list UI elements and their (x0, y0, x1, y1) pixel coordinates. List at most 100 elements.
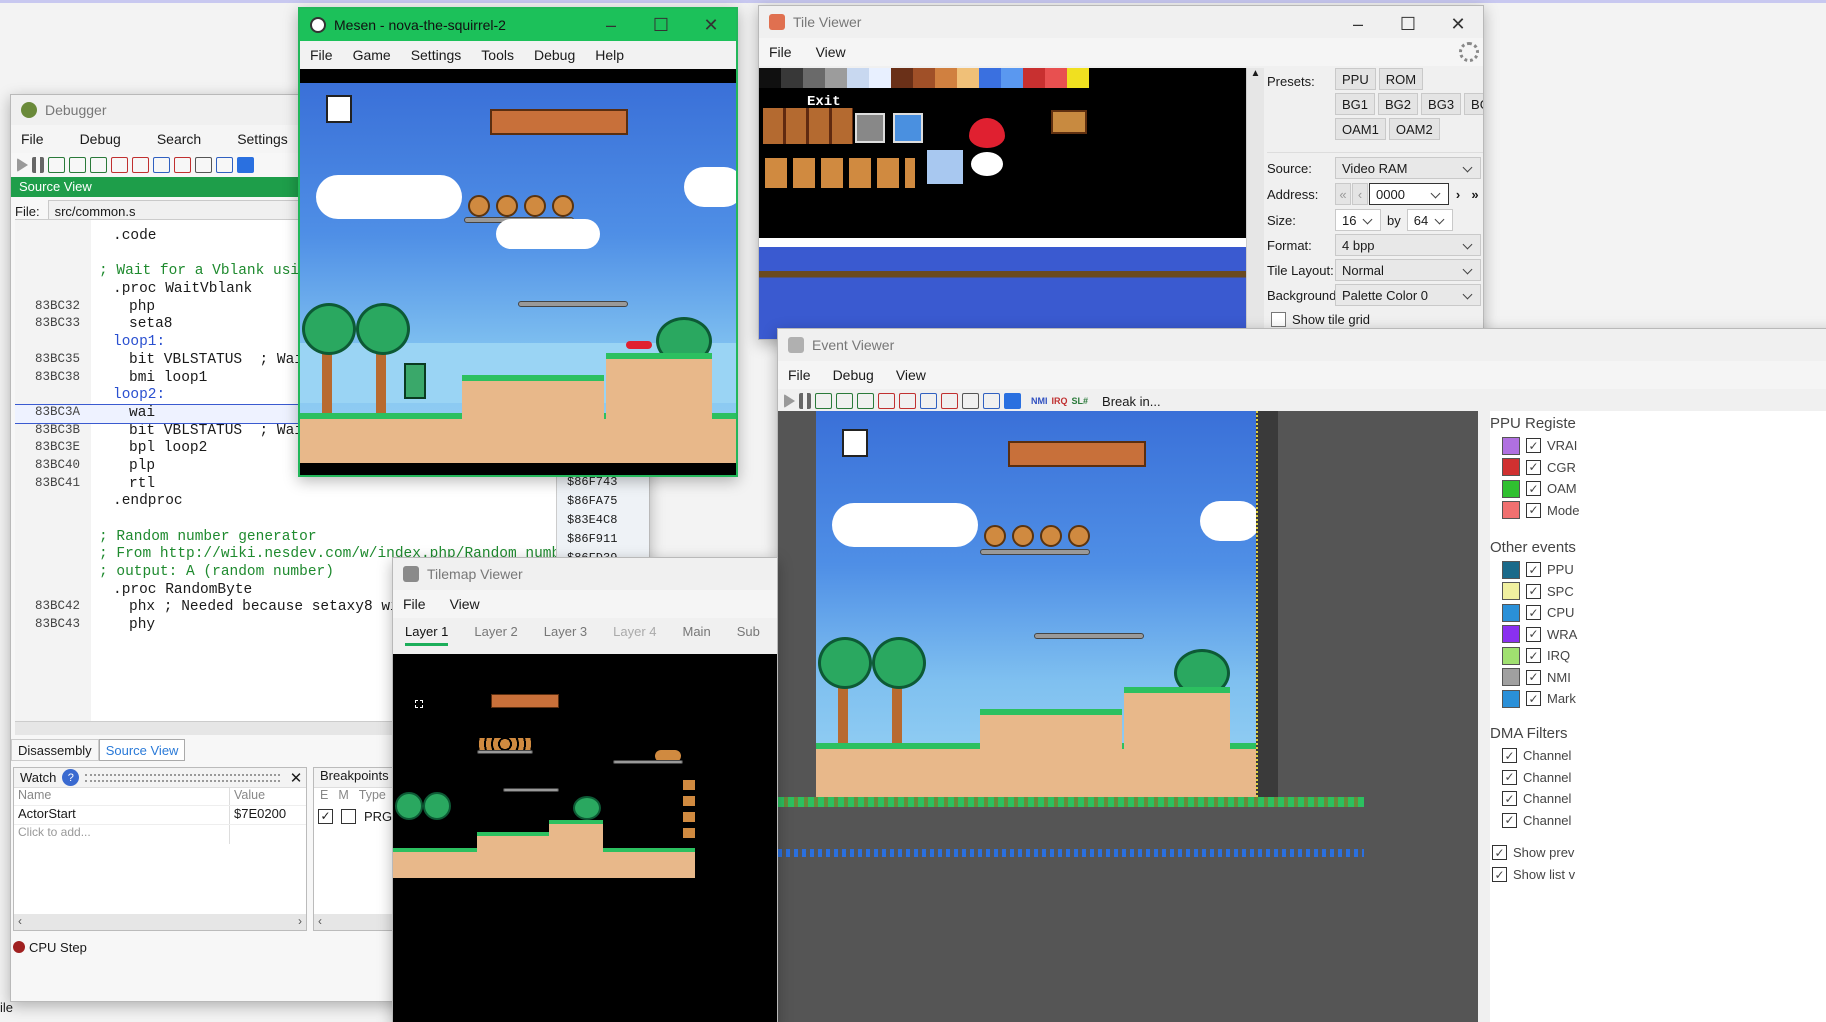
watch-add-row[interactable]: Click to add... (14, 825, 306, 844)
palette-color-swatch[interactable] (1067, 68, 1089, 88)
show-tile-grid-checkbox[interactable] (1271, 312, 1286, 327)
tab-layer-2[interactable]: Layer 2 (474, 624, 517, 644)
menu-game[interactable]: Game (343, 47, 401, 63)
event-color-swatch[interactable] (1502, 501, 1520, 520)
menu-help[interactable]: Help (585, 47, 634, 63)
view-icon-1[interactable] (195, 157, 212, 173)
palette-color-swatch[interactable] (825, 68, 847, 88)
menu-file[interactable]: File (21, 131, 44, 147)
background-dropdown[interactable]: Palette Color 0 (1335, 284, 1481, 306)
tab-layer-3[interactable]: Layer 3 (544, 624, 587, 644)
call-stack-entry[interactable]: $86F743 (567, 475, 649, 494)
bp-enabled-checkbox[interactable]: ✓ (318, 808, 333, 824)
code-line[interactable]: .endproc (15, 493, 560, 511)
view-icon-2[interactable] (983, 393, 1000, 409)
palette-color-swatch[interactable] (759, 68, 781, 88)
nmi-break-button[interactable]: NMI (1031, 396, 1048, 406)
event-viewer-titlebar[interactable]: Event Viewer (778, 329, 1826, 361)
maximize-icon[interactable]: ☐ (636, 9, 686, 41)
view-icon-1[interactable] (962, 393, 979, 409)
step-back-icon[interactable] (878, 393, 895, 409)
code-line[interactable]: ; Random number generator (15, 529, 560, 547)
tile-canvas[interactable]: Exit (759, 68, 1246, 339)
step-into-icon[interactable] (815, 393, 832, 409)
watch-row[interactable]: ActorStart $7E0200 (14, 806, 306, 825)
event-filter-checkbox[interactable]: ✓ (1526, 605, 1541, 621)
first-page-icon[interactable]: « (1335, 183, 1351, 205)
palette-color-swatch[interactable] (979, 68, 1001, 88)
run-scanline-icon[interactable] (899, 393, 916, 409)
step-into-icon[interactable] (48, 157, 65, 173)
preset-ppu-button[interactable]: PPU (1335, 68, 1376, 90)
next-page-icon[interactable]: › (1450, 187, 1466, 202)
layout-dropdown[interactable]: Normal (1335, 259, 1481, 281)
maximize-icon[interactable]: ☐ (1383, 6, 1433, 42)
event-filter-checkbox[interactable]: ✓ (1526, 691, 1541, 707)
dma-channel-checkbox[interactable]: ✓ (1502, 791, 1517, 807)
run-frame-icon[interactable] (153, 157, 170, 173)
code-line[interactable]: 83BC41 rtl (15, 476, 560, 494)
tab-source-view[interactable]: Source View (98, 739, 186, 761)
event-color-swatch[interactable] (1502, 625, 1520, 644)
menu-settings[interactable]: Settings (237, 131, 288, 147)
preset-bg4-button[interactable]: BG4 (1464, 93, 1483, 115)
menu-view[interactable]: View (896, 367, 926, 383)
event-filter-checkbox[interactable]: ✓ (1526, 438, 1541, 454)
event-color-swatch[interactable] (1502, 436, 1520, 455)
breakpoint-icon[interactable] (174, 157, 191, 173)
tab-layer-1[interactable]: Layer 1 (405, 624, 449, 646)
game-screen[interactable] (300, 83, 736, 463)
menu-view[interactable]: View (816, 44, 846, 60)
irq-break-button[interactable]: IRQ (1052, 396, 1068, 406)
event-color-swatch[interactable] (1502, 458, 1520, 477)
palette-color-swatch[interactable] (803, 68, 825, 88)
event-filter-checkbox[interactable]: ✓ (1526, 481, 1541, 497)
menu-debug[interactable]: Debug (833, 367, 874, 383)
step-back-icon[interactable] (111, 157, 128, 173)
menu-file[interactable]: File (403, 596, 426, 612)
event-color-swatch[interactable] (1502, 668, 1520, 687)
view-icon-2[interactable] (216, 157, 233, 173)
menu-view[interactable]: View (450, 596, 480, 612)
event-filter-checkbox[interactable]: ✓ (1526, 583, 1541, 599)
run-scanline-icon[interactable] (132, 157, 149, 173)
palette-color-swatch[interactable] (935, 68, 957, 88)
menu-file[interactable]: File (788, 367, 811, 383)
event-color-swatch[interactable] (1502, 603, 1520, 622)
palette-color-swatch[interactable] (869, 68, 891, 88)
tab-main[interactable]: Main (683, 624, 711, 644)
tab-layer-4[interactable]: Layer 4 (613, 624, 656, 644)
preset-bg1-button[interactable]: BG1 (1335, 93, 1376, 115)
break-in-button[interactable]: Break in... (1102, 394, 1161, 409)
prev-page-icon[interactable]: ‹ (1352, 183, 1368, 205)
step-over-icon[interactable] (836, 393, 853, 409)
palette-color-swatch[interactable] (913, 68, 935, 88)
view-icon-3[interactable] (1004, 393, 1021, 409)
palette-color-swatch[interactable] (1023, 68, 1045, 88)
menu-debug[interactable]: Debug (524, 47, 585, 63)
pause-icon[interactable] (799, 393, 811, 409)
event-filter-checkbox[interactable]: ✓ (1526, 562, 1541, 578)
menu-settings[interactable]: Settings (401, 47, 472, 63)
run-icon[interactable] (17, 158, 28, 172)
palette-color-swatch[interactable] (781, 68, 803, 88)
minimize-icon[interactable]: – (586, 9, 636, 41)
pause-icon[interactable] (32, 157, 44, 173)
step-out-icon[interactable] (857, 393, 874, 409)
tilemap-canvas[interactable] (393, 654, 777, 1022)
preset-bg3-button[interactable]: BG3 (1421, 93, 1462, 115)
event-filter-checkbox[interactable]: ✓ (1526, 669, 1541, 685)
event-color-swatch[interactable] (1502, 479, 1520, 498)
event-color-swatch[interactable] (1502, 689, 1520, 708)
menu-file[interactable]: File (769, 44, 792, 60)
source-dropdown[interactable]: Video RAM (1335, 157, 1481, 179)
dma-channel-checkbox[interactable]: ✓ (1502, 769, 1517, 785)
dma-channel-checkbox[interactable]: ✓ (1502, 812, 1517, 828)
palette-color-swatch[interactable] (1045, 68, 1067, 88)
bp-mark-checkbox[interactable] (341, 808, 356, 824)
format-dropdown[interactable]: 4 bpp (1335, 234, 1481, 256)
event-color-swatch[interactable] (1502, 560, 1520, 579)
event-canvas[interactable] (778, 411, 1478, 1022)
run-icon[interactable] (784, 394, 795, 408)
tab-disassembly[interactable]: Disassembly (11, 739, 99, 761)
